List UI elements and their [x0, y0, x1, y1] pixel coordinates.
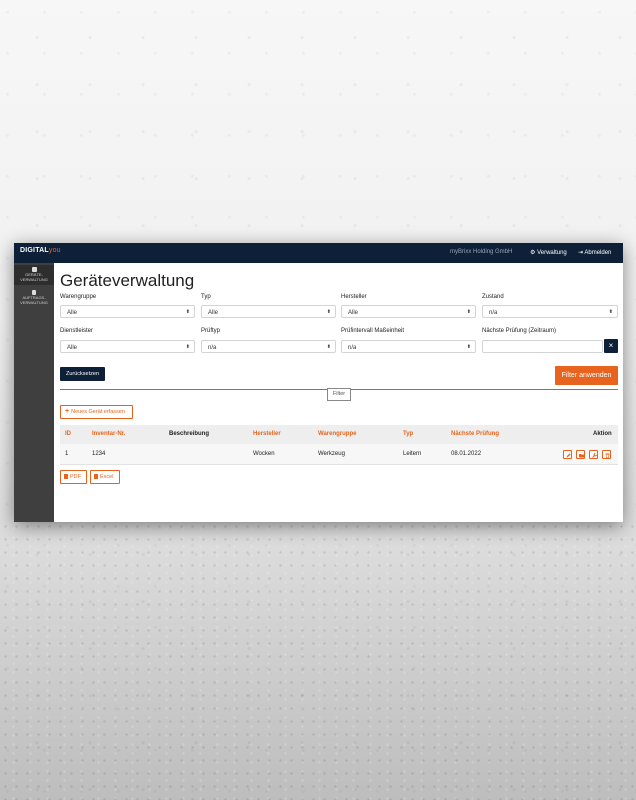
select-caret-icon: ⬍	[185, 344, 190, 350]
filter-label-warengruppe: Warengruppe	[60, 294, 97, 300]
filter-label-zustand: Zustand	[482, 294, 504, 300]
edit-button[interactable]	[563, 450, 572, 459]
trash-icon	[605, 453, 609, 458]
sidebar: GERÄTE- VERWALTUNG AUFTRAGS- VERWALTUNG	[14, 263, 54, 522]
wrench-icon	[591, 452, 597, 458]
hersteller-select[interactable]: Alle ⬍	[341, 305, 476, 318]
select-caret-icon: ⬍	[326, 309, 331, 315]
cell-typ: Leitern	[403, 451, 422, 457]
file-excel-icon	[94, 474, 98, 479]
col-header-beschreibung[interactable]: Beschreibung	[169, 431, 209, 437]
logout-link[interactable]: ⇥ Abmelden	[578, 249, 611, 256]
filter-label-hersteller: Hersteller	[341, 294, 367, 300]
warengruppe-select[interactable]: Alle ⬍	[60, 305, 195, 318]
export-excel-button[interactable]: Excel	[90, 470, 120, 484]
wrench-button[interactable]	[589, 450, 598, 459]
dienstleister-select[interactable]: Alle ⬍	[60, 340, 195, 353]
gear-icon: ⚙	[530, 250, 536, 256]
col-header-hersteller[interactable]: Hersteller	[253, 431, 281, 437]
filter-label-prueftyp: Prüftyp	[201, 328, 221, 334]
select-caret-icon: ⬍	[185, 309, 190, 315]
page-title: Geräteverwaltung	[60, 271, 195, 290]
export-pdf-button[interactable]: PDF	[60, 470, 87, 484]
filter-label-naechste-pruefung: Nächste Prüfung (Zeitraum)	[482, 328, 557, 334]
plus-icon: +	[65, 408, 70, 415]
select-caret-icon: ⬍	[466, 309, 471, 315]
company-name: myBrixx Holding GmbH	[450, 249, 513, 255]
zustand-select[interactable]: n/a ⬍	[482, 305, 618, 318]
prueftyp-select[interactable]: n/a ⬍	[201, 340, 336, 353]
folder-button[interactable]	[576, 450, 585, 459]
clear-date-button[interactable]: ×	[604, 339, 618, 353]
file-pdf-icon	[64, 474, 68, 479]
col-header-typ[interactable]: Typ	[403, 431, 413, 437]
folder-icon	[578, 453, 584, 457]
cell-inventar: 1234	[92, 451, 106, 457]
cell-hersteller: Wocken	[253, 451, 275, 457]
logout-icon: ⇥	[578, 250, 584, 256]
cell-naechste-pruefung: 08.01.2022	[451, 451, 482, 457]
pencil-icon	[566, 453, 570, 457]
background-texture	[0, 520, 636, 800]
table-header: ID Inventar-Nr. Beschreibung Hersteller …	[60, 425, 618, 444]
pruefintervall-select[interactable]: n/a ⬍	[341, 340, 476, 353]
sidebar-item-geraeteverwaltung[interactable]: GERÄTE- VERWALTUNG	[14, 265, 54, 285]
main-content: Geräteverwaltung Warengruppe Alle ⬍ Typ A…	[54, 263, 623, 522]
delete-button[interactable]	[602, 450, 611, 459]
apply-filter-button[interactable]: Filter anwenden	[555, 366, 618, 385]
select-caret-icon: ⬍	[326, 344, 331, 350]
cell-warengruppe: Werkzeug	[318, 451, 345, 457]
top-navbar: DIGITALyou myBrixx Holding GmbH ⚙ Verwal…	[14, 243, 623, 263]
filter-toggle-tab[interactable]: Filter	[327, 388, 351, 401]
col-header-aktion: Aktion	[593, 431, 612, 437]
col-header-warengruppe[interactable]: Warengruppe	[318, 431, 356, 437]
admin-link[interactable]: ⚙ Verwaltung	[530, 249, 567, 256]
naechste-pruefung-input[interactable]	[482, 340, 603, 353]
filter-label-dienstleister: Dienstleister	[60, 328, 94, 334]
logo[interactable]: DIGITALyou	[20, 247, 61, 254]
new-device-button[interactable]: + Neues Gerät erfassen	[60, 405, 133, 419]
table-row[interactable]: 1 1234 Wocken Werkzeug Leitern 08.01.202…	[60, 444, 618, 465]
col-header-id[interactable]: ID	[65, 431, 71, 437]
typ-select[interactable]: Alle ⬍	[201, 305, 336, 318]
reset-button[interactable]: Zurücksetzen	[60, 367, 105, 381]
sidebar-item-auftragsverwaltung[interactable]: AUFTRAGS- VERWALTUNG	[14, 288, 54, 308]
app-window: DIGITALyou myBrixx Holding GmbH ⚙ Verwal…	[14, 243, 623, 522]
col-header-naechste-pruefung[interactable]: Nächste Prüfung	[451, 431, 499, 437]
cell-id: 1	[65, 451, 69, 457]
filter-label-pruefintervall: Prüfintervall Maßeinheit	[341, 328, 405, 334]
select-caret-icon: ⬍	[608, 309, 613, 315]
col-header-inventar[interactable]: Inventar-Nr.	[92, 431, 125, 437]
filter-label-typ: Typ	[201, 294, 211, 300]
select-caret-icon: ⬍	[466, 344, 471, 350]
